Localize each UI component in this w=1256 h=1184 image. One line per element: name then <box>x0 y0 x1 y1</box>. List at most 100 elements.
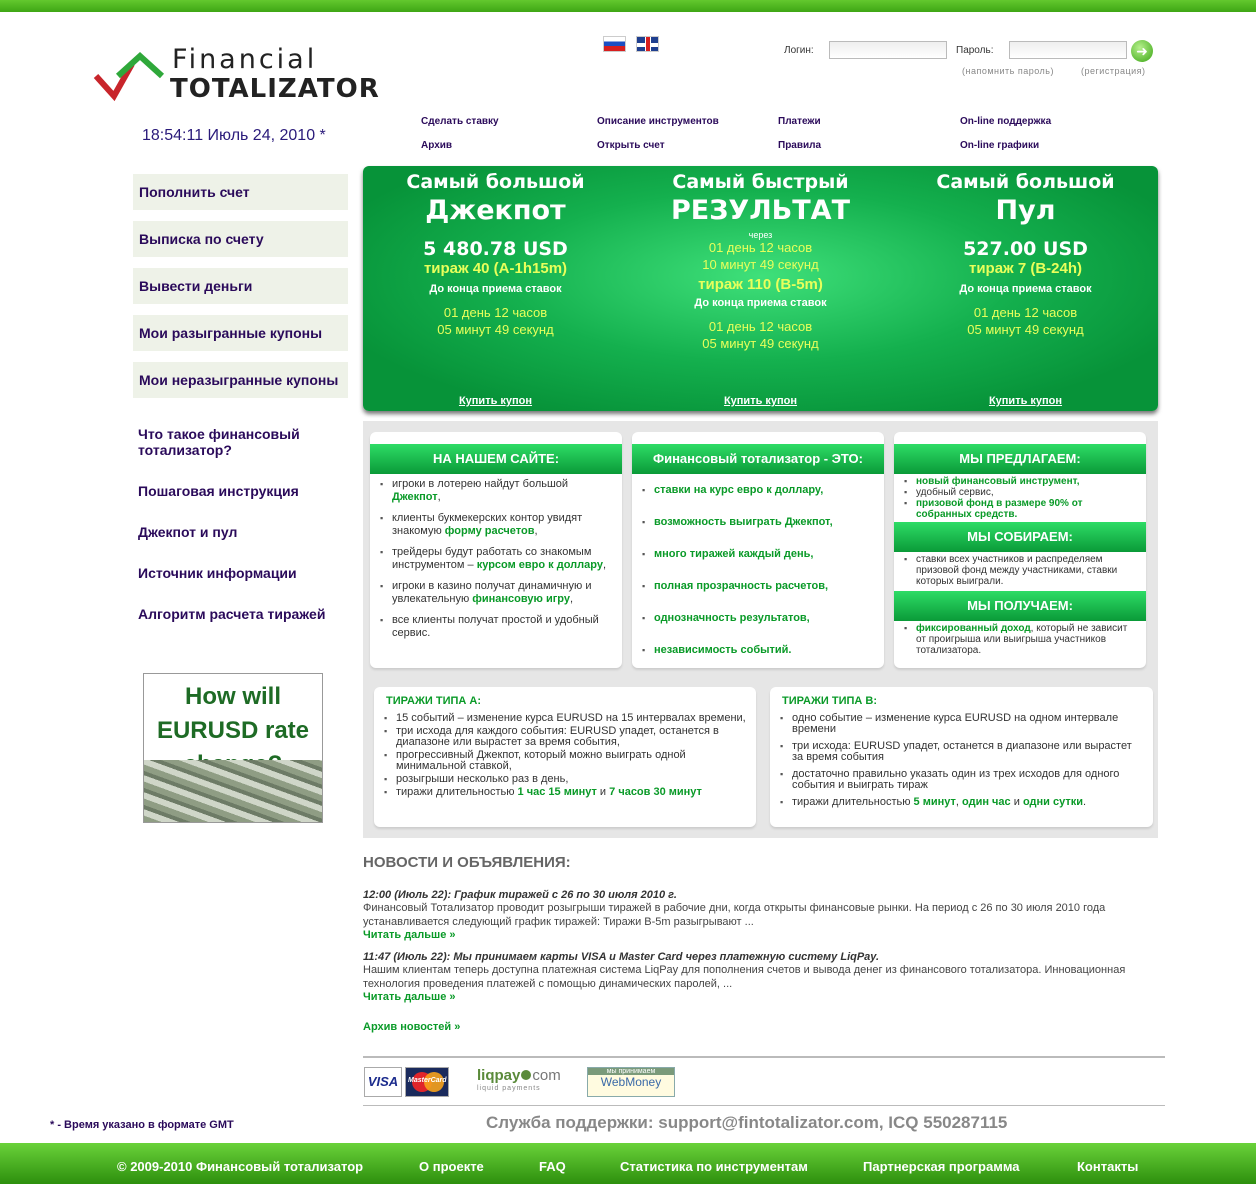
login-go-button[interactable]: ➜ <box>1131 40 1153 62</box>
read-more-link[interactable]: Читать дальше » <box>363 991 456 1003</box>
read-more-link[interactable]: Читать дальше » <box>363 929 456 941</box>
news-item-title[interactable]: 11:47 (Июль 22): Мы принимаем карты VISA… <box>363 951 1163 963</box>
list-item: три исхода для каждого события: EURUSD у… <box>384 726 748 748</box>
type-a-title: ТИРАЖИ ТИПА А: <box>386 695 481 707</box>
sidebar-link-what-is[interactable]: Что такое финансовый тотализатор? <box>138 426 338 458</box>
what-is-box: Финансовый тотализатор - ЭТО: ставки на … <box>632 432 884 668</box>
news-heading: НОВОСТИ И ОБЪЯВЛЕНИЯ: <box>363 854 571 871</box>
footer-link-faq[interactable]: FAQ <box>539 1159 566 1174</box>
type-b-box: ТИРАЖИ ТИПА B: одно событие – изменение … <box>770 687 1153 827</box>
jackpot-time2: 05 минут 49 секунд <box>437 322 554 337</box>
jackpot-buy-link[interactable]: Купить купон <box>363 395 628 407</box>
login-input[interactable] <box>829 41 947 59</box>
nav-payments[interactable]: Платежи <box>778 116 821 127</box>
list-item: игроки в лотерею найдут большой Джекпот, <box>380 478 614 504</box>
list-item: новый финансовый инструмент, <box>904 476 1138 487</box>
divider <box>363 1105 1165 1106</box>
nav-rules[interactable]: Правила <box>778 140 821 151</box>
jackpot-until: До конца приема ставок <box>429 283 562 295</box>
jackpot-time1: 01 день 12 часов <box>443 305 548 320</box>
list-item: три исхода: EURUSD упадет, останется в д… <box>780 741 1145 763</box>
logo[interactable]: Financial TOTALIZATOR <box>92 44 379 104</box>
list-item: одно событие – изменение курса EURUSD на… <box>780 713 1145 735</box>
support-contact: Служба поддержки: support@fintotalizator… <box>486 1113 1008 1132</box>
pool-until: До конца приема ставок <box>959 283 1092 295</box>
result-time4: 05 минут 49 секунд <box>702 336 819 351</box>
pool-h2: Пул <box>995 195 1056 226</box>
sidebar-withdraw-button[interactable]: Вывести деньги <box>133 268 348 304</box>
sidebar-link-jackpot[interactable]: Джекпот и пул <box>138 524 338 540</box>
pool-draw: тираж 7 (B-24h) <box>968 260 1083 277</box>
nav-online-charts[interactable]: On-line графики <box>960 140 1039 151</box>
sidebar-link-instruction[interactable]: Пошаговая инструкция <box>138 483 338 499</box>
result-column: Самый быстрый РЕЗУЛЬТАТ через 01 день 12… <box>628 166 893 411</box>
divider <box>363 1056 1165 1058</box>
pool-amount: 527.00 USD <box>963 238 1088 260</box>
footer-link-about[interactable]: О проекте <box>419 1159 484 1174</box>
pool-time1: 01 день 12 часов <box>973 305 1078 320</box>
logo-mark-icon <box>93 51 165 102</box>
top-bar <box>0 0 1256 12</box>
footer-link-partners[interactable]: Партнерская программа <box>863 1159 1020 1174</box>
list-item: независимость событий. <box>642 644 876 657</box>
sidebar-link-algorithm[interactable]: Алгоритм расчета тиражей <box>138 606 338 622</box>
sidebar-deposit-button[interactable]: Пополнить счет <box>133 174 348 210</box>
liqpay-dot: com <box>532 1067 561 1084</box>
logo-line2: TOTALIZATOR <box>170 74 380 104</box>
login-label: Логин: <box>784 45 814 56</box>
what-is-title: Финансовый тотализатор - ЭТО: <box>632 444 884 474</box>
visa-logo: VISA <box>364 1067 402 1097</box>
list-item: однозначность результатов, <box>642 612 876 625</box>
news-archive-link[interactable]: Архив новостей » <box>363 1021 460 1033</box>
result-buy-link[interactable]: Купить купон <box>628 395 893 407</box>
footer-copyright: © 2009-2010 Финансовый тотализатор <box>117 1159 364 1174</box>
we-offer-title: МЫ ПРЕДЛАГАЕМ: <box>894 444 1146 474</box>
footer-link-statistics[interactable]: Статистика по инструментам <box>620 1159 808 1174</box>
pool-buy-link[interactable]: Купить купон <box>893 395 1158 407</box>
password-label: Пароль: <box>956 45 994 56</box>
list-item: много тиражей каждый день, <box>642 548 876 561</box>
result-until: До конца приема ставок <box>694 297 827 309</box>
list-item: тиражи длительностью 5 минут, один час и… <box>780 797 1145 809</box>
footer-link-contacts[interactable]: Контакты <box>1077 1159 1138 1174</box>
nav-online-support[interactable]: On-line поддержка <box>960 116 1051 127</box>
list-item: полная прозрачность расчетов, <box>642 580 876 593</box>
sidebar-link-source[interactable]: Источник информации <box>138 565 338 581</box>
eurusd-promo-banner[interactable]: How will EURUSD rate change? <box>143 673 323 823</box>
language-switcher <box>603 36 665 54</box>
nav-make-bet[interactable]: Сделать ставку <box>421 116 499 127</box>
nav-open-account[interactable]: Открыть счет <box>597 140 665 151</box>
sidebar-played-coupons-button[interactable]: Мои разыгранные купоны <box>133 315 348 351</box>
webmoney-text: WebMoney <box>600 1075 662 1089</box>
list-item: тиражи длительностью 1 час 15 минут и 7 … <box>384 787 748 799</box>
list-item: возможность выиграть Джекпот, <box>642 516 876 529</box>
on-our-site-title: НА НАШЕМ САЙТЕ: <box>370 444 622 474</box>
list-item: трейдеры будут работать со знакомым инст… <box>380 546 614 572</box>
list-item: прогрессивный Джекпот, который можно выи… <box>384 750 748 772</box>
pool-h1: Самый большой <box>936 171 1115 193</box>
type-b-title: ТИРАЖИ ТИПА B: <box>782 695 877 707</box>
we-receive-title: МЫ ПОЛУЧАЕМ: <box>894 591 1146 621</box>
forgot-password-link[interactable]: (напомнить пароль) <box>962 66 1054 76</box>
mastercard-logo: MasterCard <box>405 1067 449 1097</box>
nav-instruments[interactable]: Описание инструментов <box>597 116 719 127</box>
logo-line1: Financial <box>172 44 318 75</box>
result-h2: РЕЗУЛЬТАТ <box>671 195 850 226</box>
password-input[interactable] <box>1009 41 1127 59</box>
list-item: призовой фонд в размере 90% от собранных… <box>904 498 1138 520</box>
english-flag-icon[interactable] <box>636 36 660 52</box>
jackpot-draw: тираж 40 (A-1h15m) <box>423 260 568 277</box>
nav-archive[interactable]: Архив <box>421 140 452 151</box>
russian-flag-icon[interactable] <box>603 36 626 52</box>
pool-time2: 05 минут 49 секунд <box>967 322 1084 337</box>
webmoney-logo: мы принимаем WebMoney <box>587 1067 675 1097</box>
news-item-body: Нашим клиентам теперь доступна платежная… <box>363 964 1126 990</box>
sidebar-statement-button[interactable]: Выписка по счету <box>133 221 348 257</box>
we-offer-box: МЫ ПРЕДЛАГАЕМ: новый финансовый инструме… <box>894 432 1146 668</box>
news-section: НОВОСТИ И ОБЪЯВЛЕНИЯ: 12:00 (Июль 22): Г… <box>363 854 1163 1033</box>
sidebar-unplayed-coupons-button[interactable]: Мои неразыгранные купоны <box>133 362 348 398</box>
news-item-title[interactable]: 12:00 (Июль 22): График тиражей с 26 по … <box>363 889 1163 901</box>
footer: © 2009-2010 Финансовый тотализатор О про… <box>0 1143 1256 1184</box>
register-link[interactable]: (регистрация) <box>1081 66 1146 76</box>
jackpot-h2: Джекпот <box>425 195 566 226</box>
